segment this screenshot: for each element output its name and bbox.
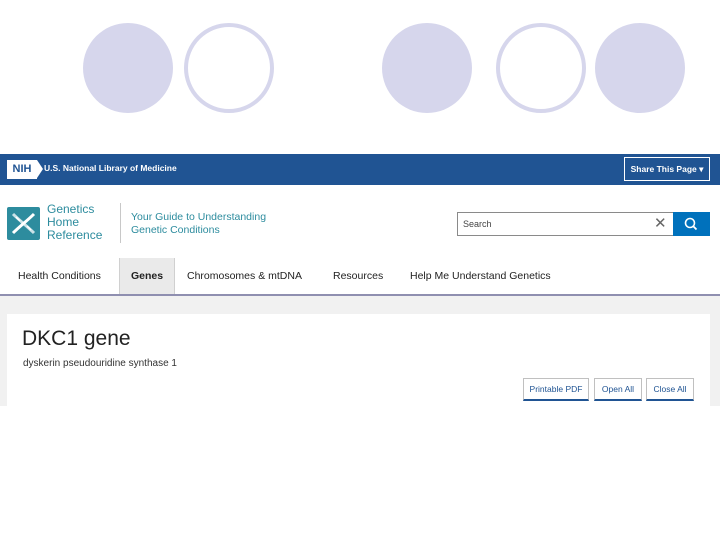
site-name[interactable]: Genetics Home Reference [47,203,117,242]
nav-health-conditions[interactable]: Health Conditions [18,258,101,294]
dna-logo-icon[interactable] [7,207,40,240]
decorative-circle-filled [382,23,472,113]
gene-full-name: dyskerin pseudouridine synthase 1 [23,358,177,369]
share-page-button[interactable]: Share This Page ▾ [624,157,710,181]
search-button[interactable] [673,212,710,236]
close-icon[interactable]: ✕ [654,215,667,233]
decorative-circle-outline [496,23,586,113]
header-divider [120,203,121,243]
nav-chromosomes[interactable]: Chromosomes & mtDNA [187,258,302,294]
tagline-line: Your Guide to Understanding [131,211,267,223]
printable-pdf-button[interactable]: Printable PDF [523,378,589,401]
tagline-line: Genetic Conditions [131,224,220,236]
nav-resources[interactable]: Resources [333,258,383,294]
nih-logo[interactable]: NIH [7,160,43,179]
page-title: DKC1 gene [22,327,131,350]
site-name-line: Reference [47,228,103,242]
nav-genes[interactable]: Genes [119,258,175,294]
decorative-circle-outline [184,23,274,113]
search-placeholder: Search [463,219,492,229]
nih-top-bar: NIH U.S. National Library of Medicine Sh… [0,154,720,185]
main-nav: Health Conditions Genes Chromosomes & mt… [0,258,720,296]
site-tagline: Your Guide to Understanding Genetic Cond… [131,211,271,237]
search-icon [684,217,698,231]
nlm-link[interactable]: U.S. National Library of Medicine [44,163,177,173]
gene-summary-card: DKC1 gene dyskerin pseudouridine synthas… [7,314,710,406]
open-all-button[interactable]: Open All [594,378,642,401]
close-all-button[interactable]: Close All [646,378,694,401]
decorative-circle-filled [595,23,685,113]
site-header: Genetics Home Reference Your Guide to Un… [0,185,720,258]
search-input[interactable]: Search ✕ [457,212,673,236]
ghr-page-screenshot: NIH U.S. National Library of Medicine Sh… [0,154,720,406]
nav-help-genetics[interactable]: Help Me Understand Genetics [410,258,551,294]
decorative-circle-filled [83,23,173,113]
